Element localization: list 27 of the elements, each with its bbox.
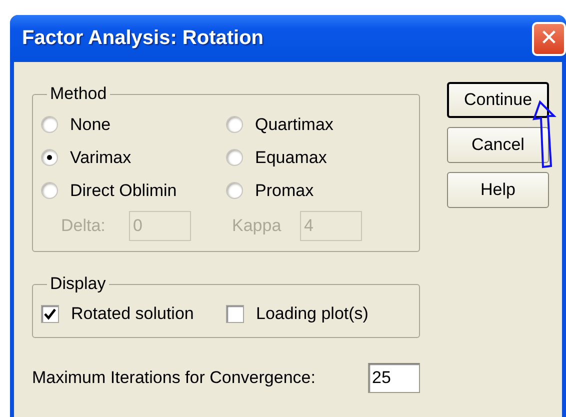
option-label: Equamax (255, 148, 327, 168)
option-label: None (70, 114, 111, 134)
parameter-label: Delta: (61, 216, 106, 236)
radio-button[interactable] (226, 149, 243, 166)
radio-button[interactable] (41, 149, 58, 166)
option-label: Promax (255, 180, 314, 200)
option-label: Quartimax (255, 114, 334, 134)
arrow-icon (531, 100, 557, 170)
checkbox[interactable] (41, 304, 59, 322)
radio-button[interactable] (41, 116, 58, 133)
option-label: Varimax (70, 148, 132, 168)
radio-button[interactable] (41, 182, 58, 199)
group-label: Method (49, 84, 108, 104)
group-label: Display (49, 274, 107, 294)
dialog-button[interactable]: Cancel (447, 127, 549, 163)
iterations-label: Maximum Iterations for Convergence: (32, 368, 316, 388)
radio-button[interactable] (226, 182, 243, 199)
option-label: Loading plot(s) (256, 304, 368, 324)
option-label: Direct Oblimin (70, 180, 177, 200)
iterations-field[interactable]: 25 (368, 363, 420, 393)
window-title: Factor Analysis: Rotation (22, 27, 264, 50)
checkbox[interactable] (226, 304, 244, 322)
dialog-button[interactable]: Continue (447, 82, 549, 118)
parameter-label: Kappa (232, 216, 282, 236)
option-label: Rotated solution (71, 304, 194, 324)
radio-button[interactable] (226, 116, 243, 133)
dialog-button[interactable]: Help (447, 172, 549, 208)
